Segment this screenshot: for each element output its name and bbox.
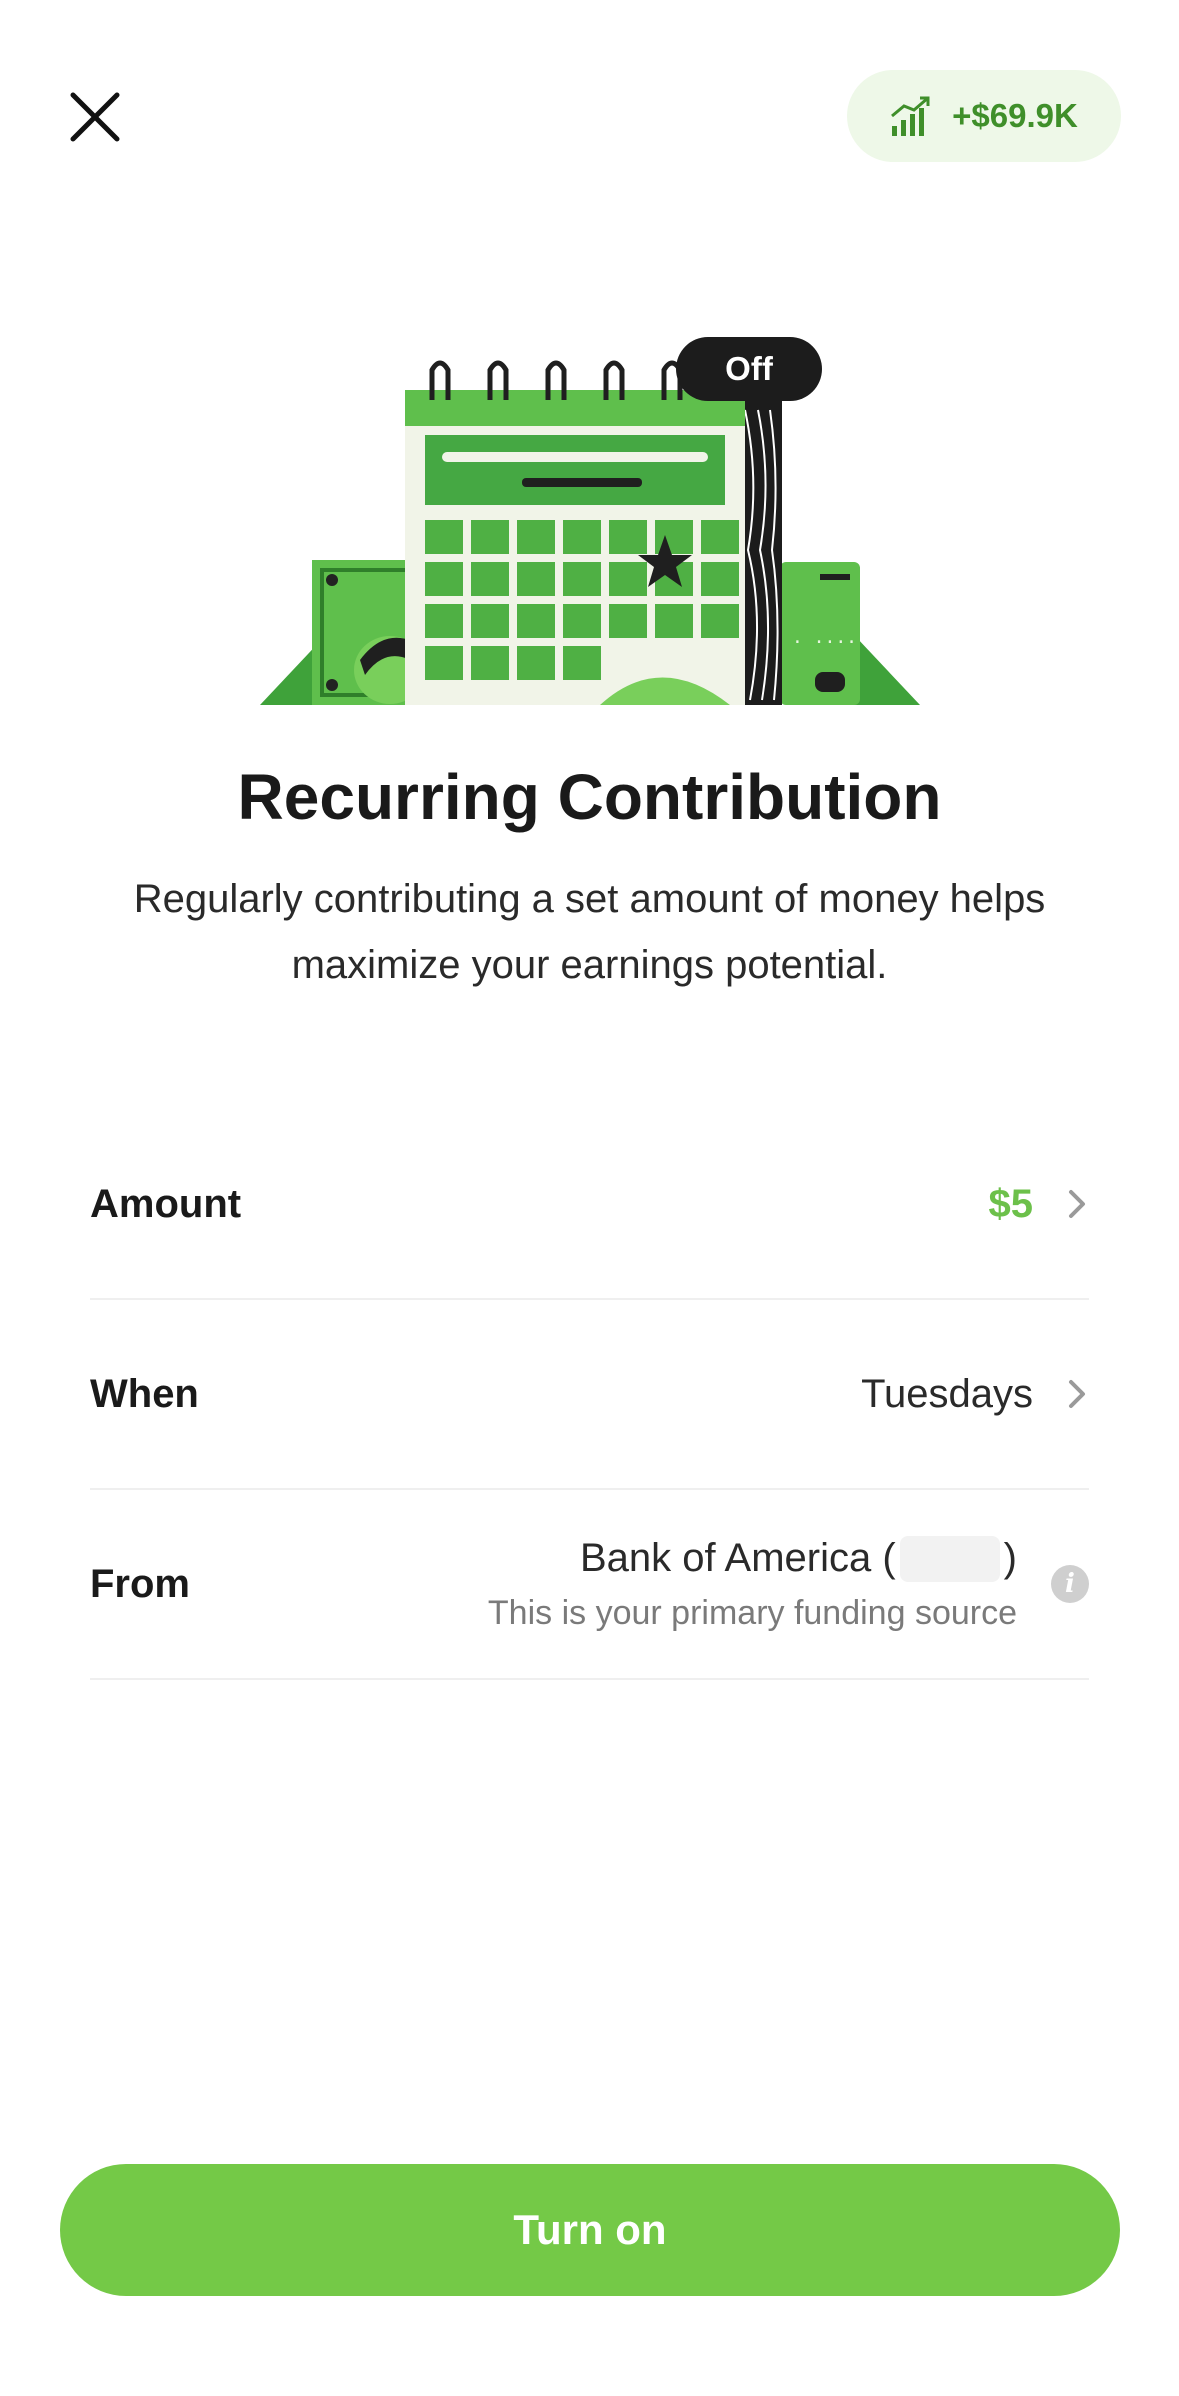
- off-status-badge: Off: [676, 337, 822, 401]
- from-row[interactable]: From Bank of America ( ) This is your pr…: [90, 1490, 1089, 1680]
- amount-row[interactable]: Amount $5: [90, 1110, 1089, 1300]
- masked-account-number: [899, 1535, 1000, 1582]
- from-right: Bank of America ( ) This is your primary…: [487, 1535, 1089, 1633]
- earnings-badge[interactable]: +$69.9K: [847, 70, 1121, 162]
- amount-right: $5: [989, 1182, 1090, 1227]
- bank-name: Bank of America (: [579, 1536, 896, 1580]
- close-icon: [70, 92, 120, 142]
- from-label: From: [90, 1561, 190, 1606]
- info-icon[interactable]: i: [1051, 1565, 1089, 1603]
- when-label: When: [90, 1371, 199, 1416]
- amount-value: $5: [988, 1181, 1034, 1226]
- signal-bars-icon: [891, 96, 930, 136]
- when-row[interactable]: When Tuesdays: [90, 1300, 1089, 1490]
- when-right: Tuesdays: [861, 1372, 1089, 1417]
- svg-text:· ····: · ····: [792, 632, 857, 653]
- calendar-illustration: · ····: [260, 360, 920, 705]
- earnings-value: +$69.9K: [952, 97, 1078, 134]
- settings-list: Amount $5 When Tuesdays From Bank of Ame…: [90, 1110, 1089, 1680]
- bank-suffix: ): [1003, 1536, 1017, 1580]
- turn-on-button[interactable]: Turn on: [60, 2164, 1120, 2296]
- funding-source: Bank of America ( ) This is your primary…: [487, 1535, 1017, 1633]
- close-button[interactable]: [62, 84, 128, 150]
- page-subtitle: Regularly contributing a set amount of m…: [133, 877, 1046, 987]
- chevron-right-icon: [1067, 1377, 1089, 1411]
- amount-label: Amount: [90, 1181, 242, 1226]
- page-title: Recurring Contribution: [237, 761, 942, 833]
- funding-source-note: This is your primary funding source: [487, 1593, 1017, 1632]
- chevron-right-icon: [1067, 1187, 1089, 1221]
- when-value: Tuesdays: [861, 1371, 1033, 1416]
- recurring-contribution-screen: +$69.9K · ···· Off Recurring Contributio…: [0, 0, 1179, 2396]
- bank-account-name: Bank of America ( ): [579, 1535, 1017, 1582]
